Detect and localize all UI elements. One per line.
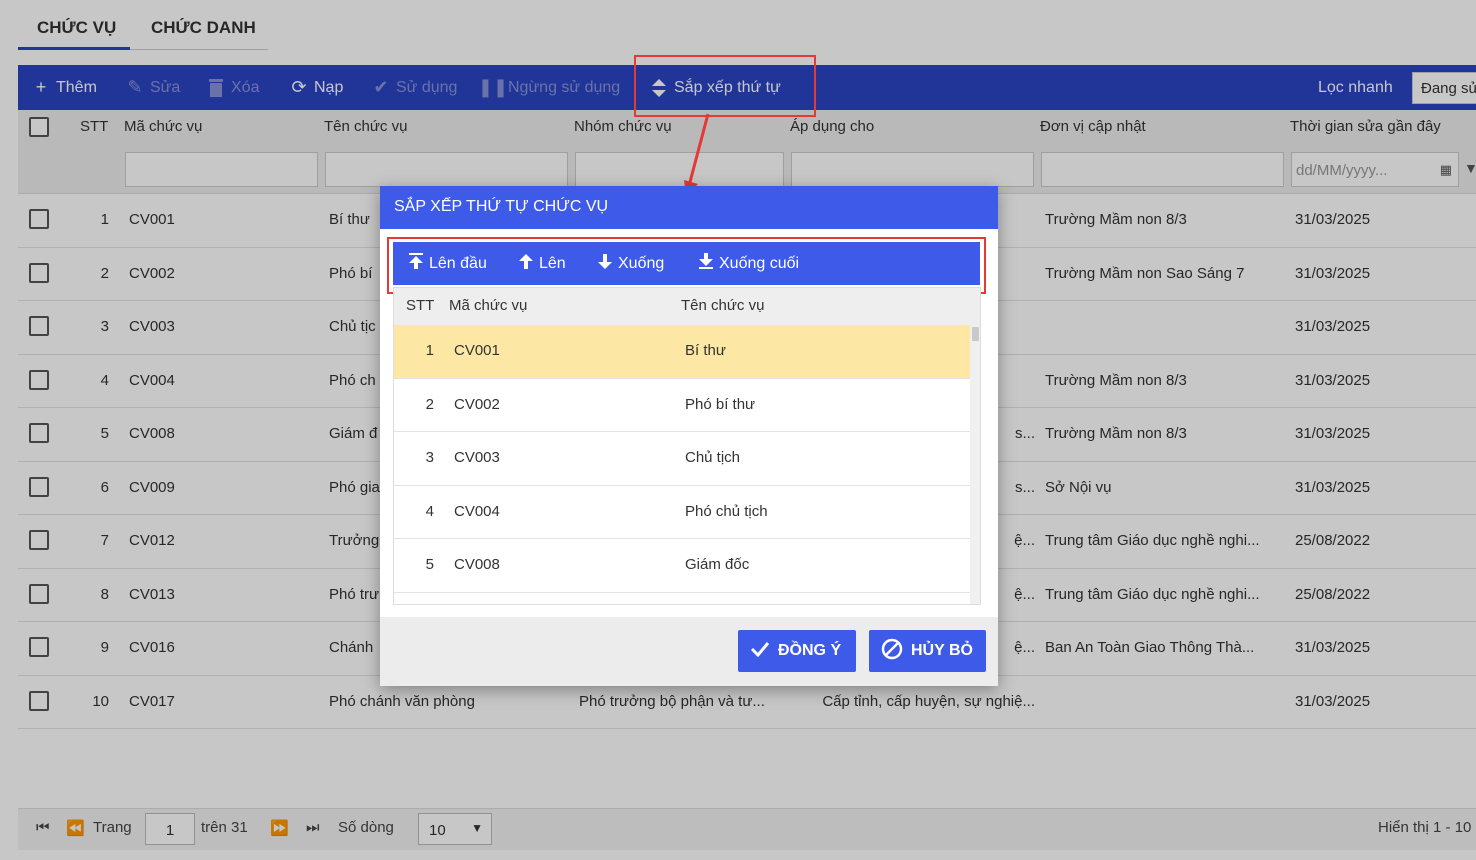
dialog-cell-name: Phó chủ tịch — [685, 502, 768, 520]
cancel-icon — [881, 638, 903, 665]
dialog-cell-name: Chủ tịch — [685, 449, 741, 466]
dialog-list-item[interactable]: 5 CV008 Giám đốc — [394, 539, 970, 593]
dialog-title: SẮP XẾP THỨ TỰ CHỨC VỤ — [380, 186, 998, 229]
dialog-col-stt: STT — [406, 297, 435, 314]
dialog-cell-name: Giám đốc — [685, 556, 750, 573]
sort-dialog: SẮP XẾP THỨ TỰ CHỨC VỤ Lên đầu Lên Xuống… — [380, 186, 998, 686]
dialog-cell-code: CV001 — [454, 342, 500, 359]
dialog-grid: STT Mã chức vụ Tên chức vụ 1 CV001 Bí thư 2… — [393, 287, 981, 605]
annotation-highlight-tools — [387, 237, 986, 294]
dialog-list-item[interactable]: 4 CV004 Phó chủ tịch — [394, 485, 970, 539]
dialog-cell-code: CV004 — [454, 502, 500, 520]
dialog-cell-stt: 2 — [425, 395, 434, 413]
dialog-list-item[interactable]: 3 CV003 Chủ tịch — [394, 432, 970, 486]
annotation-highlight-sort — [634, 55, 816, 117]
dialog-cell-stt: 4 — [425, 502, 434, 520]
ok-button[interactable]: ĐỒNG Ý — [738, 630, 856, 672]
dialog-cell-stt: 5 — [425, 556, 434, 573]
cancel-label: HỦY BỎ — [911, 642, 973, 659]
dialog-list-item[interactable]: 2 CV002 Phó bí thư — [394, 378, 970, 432]
dialog-scrollbar[interactable] — [970, 325, 980, 604]
dialog-footer: ĐỒNG Ý HỦY BỎ — [380, 617, 998, 686]
dialog-cell-code: CV008 — [454, 556, 500, 573]
cancel-button[interactable]: HỦY BỎ — [869, 630, 986, 672]
dialog-cell-stt: 3 — [425, 449, 434, 466]
dialog-cell-code: CV002 — [454, 395, 500, 413]
dialog-col-code: Mã chức vụ — [449, 297, 528, 314]
check-icon — [750, 641, 770, 662]
dialog-scroll-thumb[interactable] — [972, 327, 979, 341]
dialog-col-name: Tên chức vụ — [681, 297, 765, 314]
dialog-cell-stt: 1 — [425, 342, 434, 359]
dialog-cell-code: CV003 — [454, 449, 500, 466]
dialog-list-item[interactable]: 1 CV001 Bí thư — [394, 325, 970, 379]
dialog-cell-name: Phó bí thư — [685, 395, 756, 413]
dialog-grid-header: STT Mã chức vụ Tên chức vụ — [394, 288, 980, 325]
ok-label: ĐỒNG Ý — [778, 642, 842, 659]
dialog-cell-name: Bí thư — [685, 342, 726, 359]
